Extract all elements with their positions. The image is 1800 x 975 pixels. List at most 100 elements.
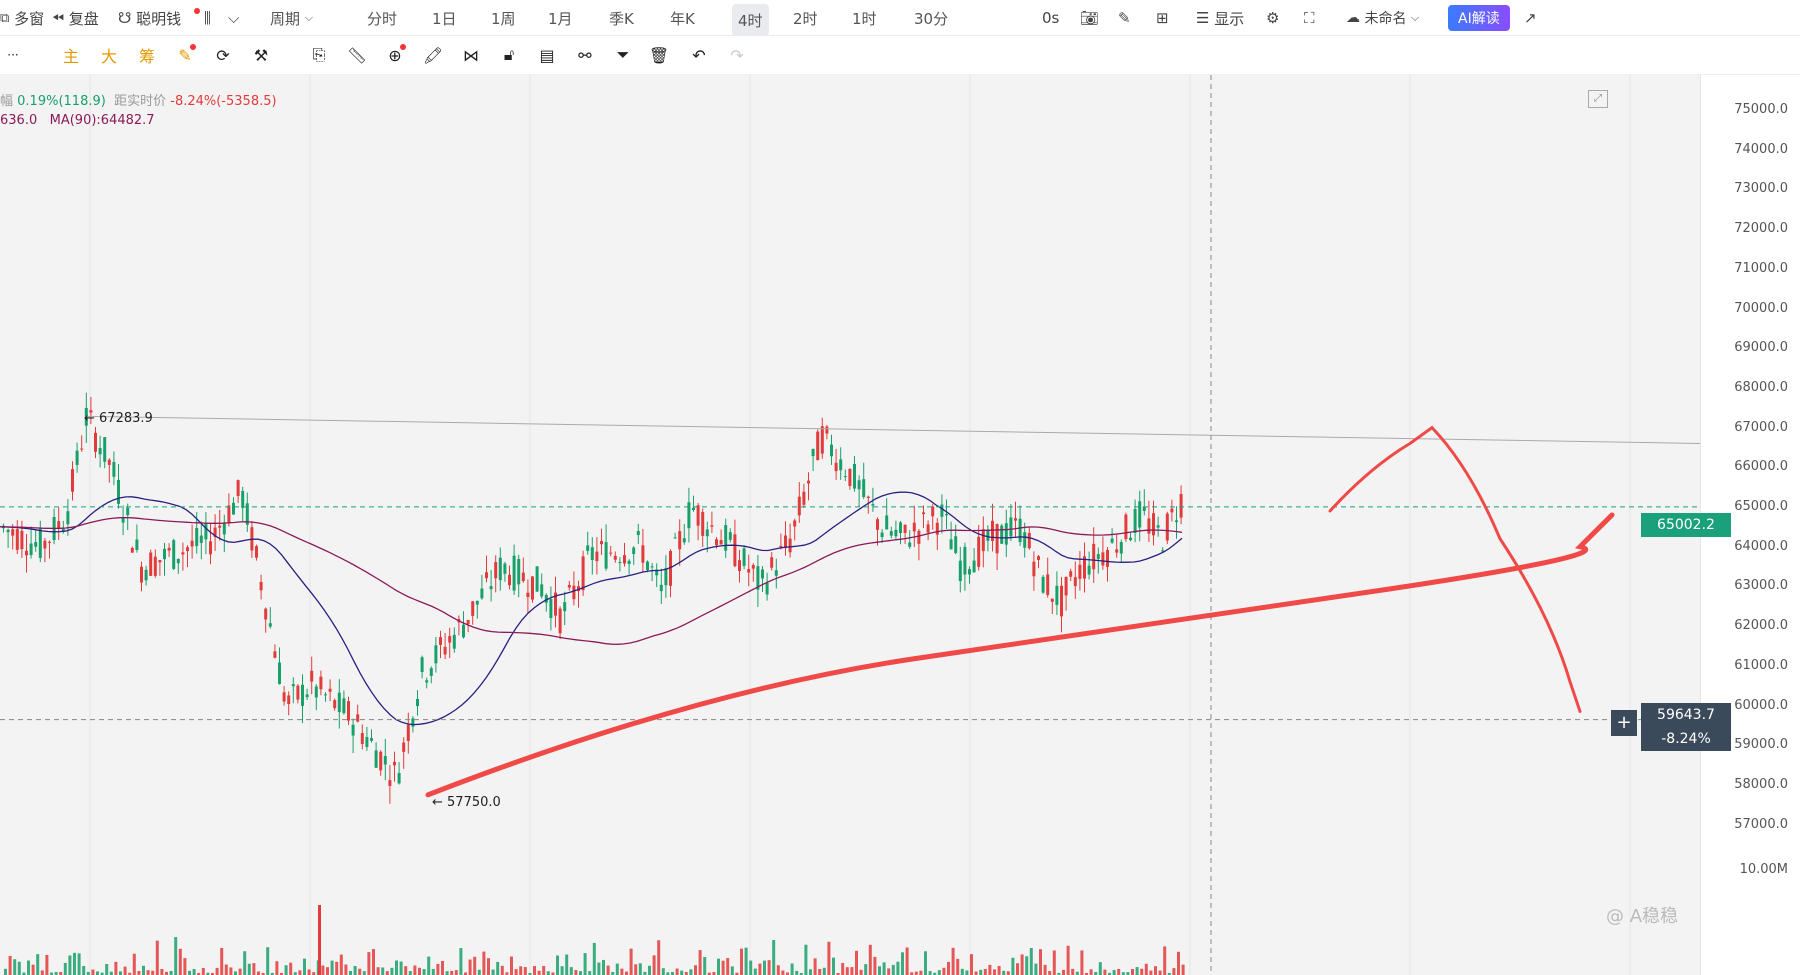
candle-body [590, 547, 594, 561]
candle-body [342, 698, 346, 714]
template-icon[interactable]: ▤ [534, 36, 560, 74]
candle-body [949, 539, 953, 550]
link-icon[interactable]: ⚯ [572, 36, 598, 74]
volume-bar [1163, 946, 1167, 975]
volume-bar [730, 966, 734, 975]
redo-icon[interactable]: ↷ [724, 36, 750, 74]
volume-bar [1089, 969, 1093, 975]
layout-name-dropdown[interactable]: ☁ 未命名 ⌵ [1346, 0, 1419, 36]
candle-body [995, 524, 999, 554]
period-tab[interactable]: 1周 [491, 0, 516, 36]
volume-bar [220, 947, 224, 975]
volume-bar [399, 961, 403, 975]
volume-bar [82, 965, 86, 975]
replay-button[interactable]: ⏪︎ 复盘 [52, 0, 99, 36]
volume-bar [91, 969, 95, 975]
candle-body [291, 684, 295, 687]
ruler-icon[interactable]: 📏︎ [344, 36, 370, 74]
sync-icon[interactable]: ⟳ [210, 36, 236, 74]
magnet-icon[interactable]: ⋈ [458, 36, 484, 74]
candle-body [406, 724, 410, 741]
candle-body [130, 547, 134, 553]
candle-body [319, 676, 323, 690]
volume-bar [924, 951, 927, 975]
pen-icon[interactable]: ✎ [1118, 0, 1131, 36]
candle-body [646, 561, 649, 570]
period-tab[interactable]: 30分 [914, 0, 948, 36]
candle-body [232, 502, 235, 515]
volume-bar [993, 969, 996, 975]
expand-icon[interactable]: ⤢ [1588, 90, 1608, 108]
period-tab[interactable]: 1时 [852, 0, 877, 36]
lock-icon[interactable]: 🔓︎ [496, 36, 522, 74]
dropdown-button[interactable]: ⌵ [228, 0, 239, 36]
candle-body [370, 738, 373, 741]
volume-bar [790, 963, 794, 975]
candle-body [508, 574, 511, 586]
volume-bar [63, 962, 67, 975]
share-icon[interactable]: ↗ [1524, 0, 1537, 36]
volume-bar [344, 964, 348, 975]
filter-icon[interactable]: ⏷ [610, 36, 636, 74]
undo-icon[interactable]: ↶ [686, 36, 712, 74]
period-dropdown[interactable]: 周期 ⌵ [270, 0, 313, 36]
tool-icon[interactable]: ⚒ [248, 36, 274, 74]
period-tab[interactable]: 4时 [732, 4, 769, 36]
candle-body [738, 560, 741, 572]
volume-bar [942, 967, 946, 975]
volume-bar [178, 948, 182, 975]
volume-bar [795, 970, 799, 975]
candle-body [604, 542, 608, 569]
volume-bar [1016, 963, 1019, 975]
edit-indicator-icon[interactable]: ✎ [172, 36, 198, 74]
volume-bar [514, 969, 518, 975]
camera-icon[interactable]: 📷︎ [1080, 0, 1099, 36]
fullscreen-icon[interactable]: ⛶ [1304, 0, 1315, 36]
candle-body [324, 694, 327, 696]
volume-bar [758, 963, 762, 975]
add-window-icon[interactable]: ⊞ [1156, 0, 1169, 36]
volume-bar [680, 970, 684, 975]
candle-body [135, 539, 139, 551]
highlighter-icon[interactable]: 🖍︎ [420, 36, 446, 74]
period-tab[interactable]: 2时 [793, 0, 818, 36]
smart-money-button[interactable]: ☋ 聪明钱 [118, 0, 181, 36]
indicator-info-line: 幅 0.19%(118.9) 距实时价 -8.24%(-5358.5) [0, 94, 277, 109]
trash-icon[interactable]: 🗑︎ [646, 36, 672, 74]
volume-bar [675, 968, 679, 975]
bookmark-icon[interactable]: ⎘ [306, 36, 332, 74]
volume-bar [519, 966, 523, 975]
candle-body [797, 496, 801, 516]
volume-bar [602, 959, 605, 975]
period-tab[interactable]: 分时 [367, 0, 397, 36]
volume-bar [983, 968, 987, 975]
period-tab[interactable]: 季K [609, 0, 634, 36]
more-button[interactable]: ··· [0, 36, 26, 74]
candle-body [862, 479, 866, 498]
volume-bar [468, 959, 472, 975]
settings-icon[interactable]: ⚙ [1266, 0, 1279, 36]
candle-body [1092, 543, 1096, 570]
candlestick-chart[interactable] [0, 75, 1700, 975]
candle-body [1032, 561, 1036, 577]
display-button[interactable]: ☰ 显示 [1196, 0, 1244, 36]
multi-window-button[interactable]: ⧉ 多窗 [0, 0, 44, 36]
seconds-indicator[interactable]: 0s [1042, 0, 1059, 36]
main-chart-button[interactable]: 主 [58, 36, 84, 74]
period-tab[interactable]: 1日 [432, 0, 457, 36]
volume-bar [560, 966, 564, 975]
big-order-button[interactable]: 大 [96, 36, 122, 74]
period-tab[interactable]: 年K [670, 0, 695, 36]
volume-bar [947, 961, 950, 975]
volume-bar [326, 967, 329, 975]
indicator-icon-button[interactable]: ⫼ [204, 0, 211, 36]
add-alert-button[interactable]: + [1611, 710, 1637, 736]
chips-button[interactable]: 筹 [134, 36, 160, 74]
volume-bar [257, 971, 260, 975]
period-tab[interactable]: 1月 [548, 0, 573, 36]
zoom-in-icon[interactable]: ⊕ [382, 36, 408, 74]
candle-body [540, 584, 544, 597]
ai-analysis-button[interactable]: AI解读 [1448, 0, 1510, 36]
candle-body [365, 737, 369, 747]
volume-bar [413, 965, 417, 975]
